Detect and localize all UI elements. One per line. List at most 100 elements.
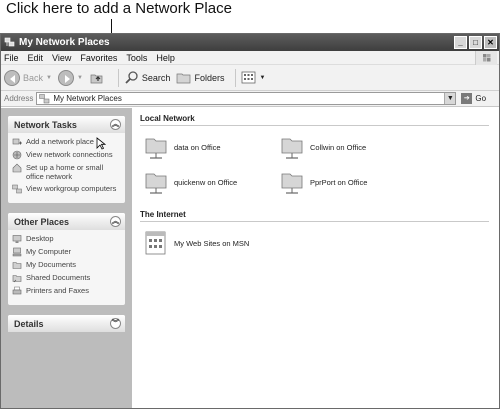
window-controls: _ □ ✕ xyxy=(454,36,497,49)
details-header[interactable]: Details ︾ xyxy=(8,315,125,332)
menu-help[interactable]: Help xyxy=(156,53,175,63)
other-places-panel: Other Places ︽ Desktop My Computer My Do… xyxy=(8,213,125,305)
home-network-icon xyxy=(12,163,22,173)
folders-button[interactable]: Folders xyxy=(176,70,224,85)
network-tasks-header[interactable]: Network Tasks ︽ xyxy=(8,116,125,133)
menu-tools[interactable]: Tools xyxy=(126,53,147,63)
toolbar-separator xyxy=(117,68,119,87)
network-folder-icon xyxy=(281,138,303,159)
printer-icon xyxy=(12,286,22,295)
place-my-computer[interactable]: My Computer xyxy=(12,247,121,257)
menu-file[interactable]: File xyxy=(4,53,19,63)
go-label: Go xyxy=(475,94,487,103)
collapse-chevron-icon[interactable]: ︽ xyxy=(110,119,121,130)
views-icon xyxy=(242,71,256,84)
back-button[interactable]: Back ▼ xyxy=(4,69,52,86)
task-setup-home-network[interactable]: Set up a home or small office network xyxy=(12,163,121,181)
web-site-item[interactable]: My Web Sites on MSN xyxy=(144,229,249,257)
back-label: Back xyxy=(23,72,44,83)
internet-heading: The Internet xyxy=(140,210,186,219)
views-button[interactable]: ▼ xyxy=(241,70,265,85)
folders-icon xyxy=(177,73,191,84)
network-folder-icon xyxy=(281,173,303,194)
section-divider xyxy=(140,221,489,222)
section-divider xyxy=(140,125,489,126)
place-label: Printers and Faxes xyxy=(26,286,89,295)
task-label: Add a network place xyxy=(26,137,94,146)
folders-label: Folders xyxy=(194,72,225,83)
network-connections-icon xyxy=(12,150,22,160)
toolbar: Back ▼ ▼ Search Folders ▼ xyxy=(1,65,499,91)
desktop-icon xyxy=(12,235,22,243)
network-place-label: Collwin on Office xyxy=(310,142,367,152)
network-tasks-list: Add a network place View network connect… xyxy=(8,133,125,203)
forward-button[interactable]: ▼ xyxy=(57,69,83,86)
network-place-item[interactable]: PprPort on Office xyxy=(280,168,367,196)
up-folder-icon xyxy=(90,74,103,84)
shared-documents-icon xyxy=(12,275,22,283)
details-title: Details xyxy=(14,318,44,329)
address-dropdown-icon[interactable]: ▼ xyxy=(444,93,456,104)
go-button[interactable]: ➔ Go xyxy=(461,93,486,104)
windows-logo xyxy=(475,51,497,65)
menu-view[interactable]: View xyxy=(52,53,71,63)
up-folder-button[interactable] xyxy=(89,70,107,85)
workgroup-icon xyxy=(12,184,22,194)
menu-favorites[interactable]: Favorites xyxy=(80,53,117,63)
other-places-list: Desktop My Computer My Documents Shared … xyxy=(8,230,125,305)
forward-arrow-icon xyxy=(57,69,74,86)
explorer-window: My Network Places _ □ ✕ File Edit View F… xyxy=(0,33,500,409)
close-button[interactable]: ✕ xyxy=(484,36,497,49)
place-printers-and-faxes[interactable]: Printers and Faxes xyxy=(12,286,121,296)
content-area: Local Network data on Office Collwin on … xyxy=(132,108,499,408)
other-places-title: Other Places xyxy=(14,216,70,227)
network-place-label: quickenw on Office xyxy=(174,177,238,187)
collapse-chevron-icon[interactable]: ︽ xyxy=(110,216,121,227)
network-place-label: data on Office xyxy=(174,142,221,152)
place-desktop[interactable]: Desktop xyxy=(12,234,121,244)
place-label: Desktop xyxy=(26,234,54,243)
task-label: Set up a home or small office network xyxy=(26,163,104,181)
network-place-item[interactable]: quickenw on Office xyxy=(144,168,237,196)
local-network-heading: Local Network xyxy=(140,114,195,123)
place-label: Shared Documents xyxy=(26,273,91,282)
views-dropdown-icon: ▼ xyxy=(259,74,266,81)
search-button[interactable]: Search xyxy=(124,70,171,85)
menu-bar: File Edit View Favorites Tools Help xyxy=(1,51,499,65)
network-places-icon xyxy=(4,37,15,47)
address-value: My Network Places xyxy=(53,94,122,103)
other-places-header[interactable]: Other Places ︽ xyxy=(8,213,125,230)
network-tasks-title: Network Tasks xyxy=(14,119,77,130)
network-folder-icon xyxy=(145,173,167,194)
network-place-item[interactable]: Collwin on Office xyxy=(280,133,366,161)
back-arrow-icon xyxy=(4,69,20,86)
task-view-network-connections[interactable]: View network connections xyxy=(12,150,121,160)
window-body: Network Tasks ︽ Add a network place View… xyxy=(1,108,499,408)
minimize-button[interactable]: _ xyxy=(454,36,467,49)
search-label: Search xyxy=(141,72,171,83)
place-my-documents[interactable]: My Documents xyxy=(12,260,121,270)
network-place-label: PprPort on Office xyxy=(310,177,368,187)
address-bar: Address My Network Places ▼ ➔ Go xyxy=(1,91,499,107)
address-input[interactable]: My Network Places ▼ xyxy=(36,92,457,105)
expand-chevron-icon[interactable]: ︾ xyxy=(110,318,121,329)
details-panel: Details ︾ xyxy=(8,315,125,332)
menu-edit[interactable]: Edit xyxy=(28,53,44,63)
network-tasks-panel: Network Tasks ︽ Add a network place View… xyxy=(8,116,125,203)
network-places-icon xyxy=(39,93,50,103)
maximize-button[interactable]: □ xyxy=(469,36,482,49)
go-arrow-icon: ➔ xyxy=(461,93,473,104)
address-label: Address xyxy=(4,94,34,103)
web-site-label: My Web Sites on MSN xyxy=(174,238,250,248)
mouse-cursor-icon xyxy=(96,137,106,150)
add-network-place-icon xyxy=(12,138,22,145)
title-bar[interactable]: My Network Places _ □ ✕ xyxy=(1,34,499,51)
task-view-workgroup-computers[interactable]: View workgroup computers xyxy=(12,184,121,194)
task-label: View workgroup computers xyxy=(26,184,117,193)
place-shared-documents[interactable]: Shared Documents xyxy=(12,273,121,283)
task-label: View network connections xyxy=(26,150,113,159)
computer-icon xyxy=(12,247,22,257)
place-label: My Computer xyxy=(26,247,72,256)
toolbar-separator xyxy=(235,68,237,87)
network-place-item[interactable]: data on Office xyxy=(144,133,221,161)
